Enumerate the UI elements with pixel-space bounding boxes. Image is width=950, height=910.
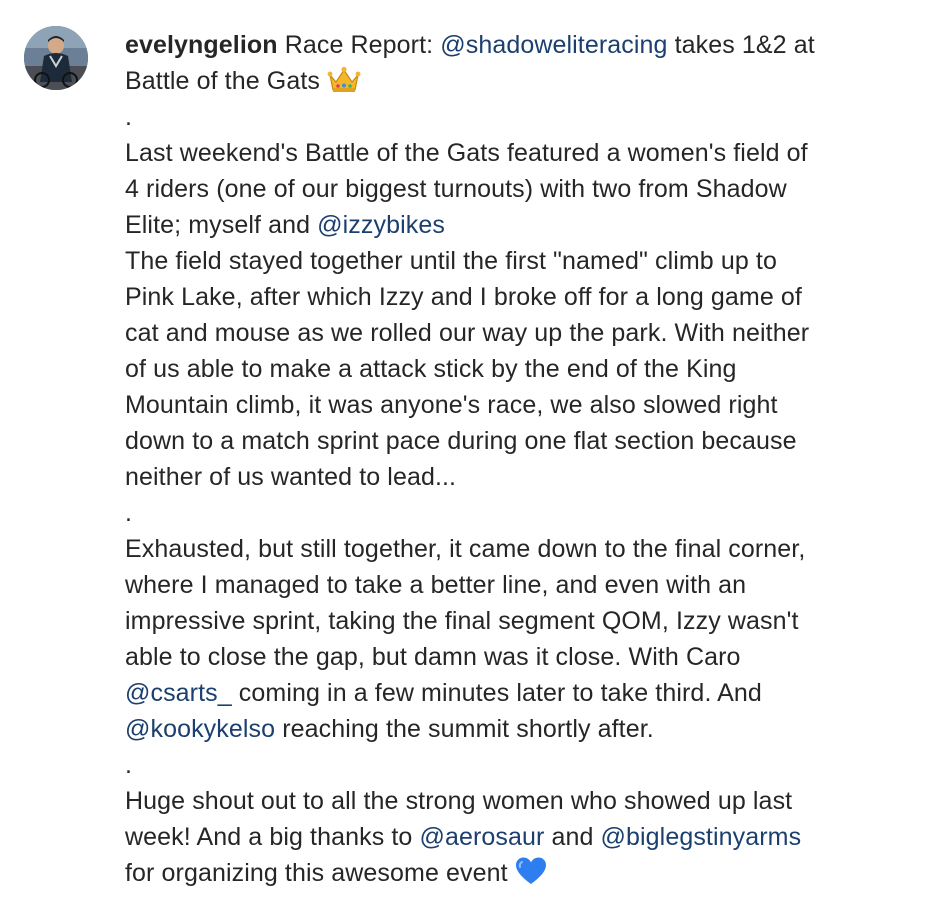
mention-link[interactable]: @shadoweliteracing bbox=[440, 31, 667, 59]
caption-text-segment: able to close the gap, but damn was it c… bbox=[125, 643, 741, 671]
caption-line: down to a match sprint pace during one f… bbox=[125, 423, 930, 459]
avatar[interactable] bbox=[24, 26, 88, 90]
caption-line: Pink Lake, after which Izzy and I broke … bbox=[125, 279, 930, 315]
caption-line: Elite; myself and @izzybikes bbox=[125, 207, 930, 243]
caption-text-segment: Mountain climb, it was anyone's race, we… bbox=[125, 391, 778, 419]
caption-text-segment: Last weekend's Battle of the Gats featur… bbox=[125, 139, 808, 167]
caption-text-segment: down to a match sprint pace during one f… bbox=[125, 427, 797, 455]
username-link[interactable]: evelyngelion bbox=[125, 31, 278, 59]
caption-line: neither of us wanted to lead... bbox=[125, 459, 930, 495]
caption-text-segment: The field stayed together until the firs… bbox=[125, 247, 777, 275]
caption-text-segment: cat and mouse as we rolled our way up th… bbox=[125, 319, 810, 347]
caption-title: Race Report: @shadoweliteracing takes 1&… bbox=[285, 31, 815, 59]
caption-line: Last weekend's Battle of the Gats featur… bbox=[125, 135, 930, 171]
caption-text: evelyngelion Race Report: @shadowelitera… bbox=[125, 27, 930, 891]
caption-line: @csarts_ coming in a few minutes later t… bbox=[125, 675, 930, 711]
caption-text-segment: Huge shout out to all the strong women w… bbox=[125, 787, 793, 815]
caption-line: Mountain climb, it was anyone's race, we… bbox=[125, 387, 930, 423]
caption-text-segment: and bbox=[544, 823, 601, 851]
caption-line: where I managed to take a better line, a… bbox=[125, 567, 930, 603]
caption-line: The field stayed together until the firs… bbox=[125, 243, 930, 279]
caption-text-segment: coming in a few minutes later to take th… bbox=[231, 679, 762, 707]
caption-text-segment: Pink Lake, after which Izzy and I broke … bbox=[125, 283, 802, 311]
caption-line: able to close the gap, but damn was it c… bbox=[125, 639, 930, 675]
caption-text-segment: Race Report: bbox=[284, 31, 441, 59]
caption-line: 4 riders (one of our biggest turnouts) w… bbox=[125, 171, 930, 207]
caption-text-segment: neither of us wanted to lead... bbox=[125, 463, 457, 491]
caption-line: for organizing this awesome event bbox=[125, 855, 930, 891]
caption-line: Exhausted, but still together, it came d… bbox=[125, 531, 930, 567]
caption-line: . bbox=[125, 495, 930, 531]
caption-text-segment: of us able to make a attack stick by the… bbox=[125, 355, 737, 383]
caption-text-segment: Elite; myself and bbox=[125, 211, 318, 239]
caption-line: week! And a big thanks to @aerosaur and … bbox=[125, 819, 930, 855]
mention-link[interactable]: @csarts_ bbox=[125, 679, 232, 707]
mention-link[interactable]: @aerosaur bbox=[419, 823, 544, 851]
caption-text-segment: for organizing this awesome event bbox=[125, 859, 515, 887]
caption-line: . bbox=[125, 99, 930, 135]
post-caption: evelyngelion Race Report: @shadowelitera… bbox=[0, 0, 950, 910]
caption-text-segment: Exhausted, but still together, it came d… bbox=[125, 535, 806, 563]
mention-link[interactable]: @biglegstinyarms bbox=[601, 823, 802, 851]
caption-text-segment: . bbox=[125, 103, 133, 131]
mention-link[interactable]: @kookykelso bbox=[125, 715, 275, 743]
caption-line: Battle of the Gats bbox=[125, 63, 930, 99]
caption-text-segment: impressive sprint, taking the final segm… bbox=[125, 607, 799, 635]
caption-text-segment: Battle of the Gats bbox=[125, 67, 328, 95]
caption-text-segment: . bbox=[125, 499, 133, 527]
caption-line: @kookykelso reaching the summit shortly … bbox=[125, 711, 930, 747]
blue-heart-icon bbox=[515, 856, 547, 886]
caption-text-segment: reaching the summit shortly after. bbox=[275, 715, 654, 743]
profile-photo-icon bbox=[24, 26, 88, 90]
caption-text-segment: week! And a big thanks to bbox=[125, 823, 420, 851]
caption-line: of us able to make a attack stick by the… bbox=[125, 351, 930, 387]
caption-text-segment: 4 riders (one of our biggest turnouts) w… bbox=[125, 175, 787, 203]
caption-line: Huge shout out to all the strong women w… bbox=[125, 783, 930, 819]
caption-line: evelyngelion Race Report: @shadowelitera… bbox=[125, 27, 930, 63]
caption-text-segment: takes 1&2 at bbox=[667, 31, 815, 59]
caption-line: impressive sprint, taking the final segm… bbox=[125, 603, 930, 639]
mention-link[interactable]: @izzybikes bbox=[317, 211, 445, 239]
caption-text-segment: . bbox=[125, 751, 133, 779]
caption-line: cat and mouse as we rolled our way up th… bbox=[125, 315, 930, 351]
crown-icon bbox=[327, 66, 361, 94]
caption-line: . bbox=[125, 747, 930, 783]
caption-text-segment: where I managed to take a better line, a… bbox=[125, 571, 747, 599]
